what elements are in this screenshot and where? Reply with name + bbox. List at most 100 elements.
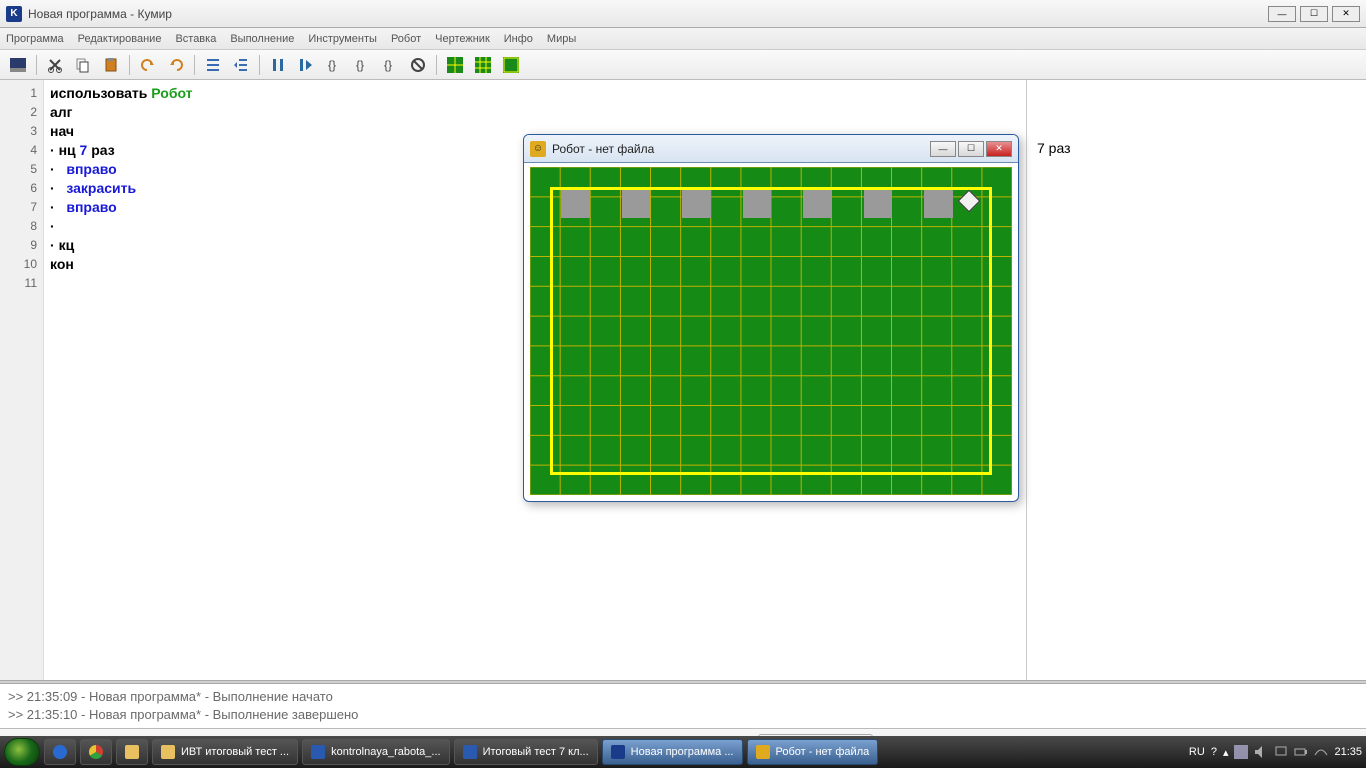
toolbar: {} {} {} [0,50,1366,80]
code-token: раз [87,142,114,158]
braces2-icon[interactable]: {} [350,53,374,77]
tray-chevron-icon[interactable]: ▴ [1223,746,1229,759]
start-button[interactable] [4,738,40,766]
robot-window-titlebar[interactable]: ☺ Робот - нет файла — ☐ ✕ [524,135,1018,163]
line-number: 7 [0,198,43,217]
robot-app-icon: ☺ [530,141,546,157]
maximize-button[interactable]: ☐ [1300,6,1328,22]
braces1-icon[interactable]: {} [322,53,346,77]
taskbar-label: kontrolnaya_rabota_... [331,746,440,758]
console-msg: Выполнение начато [213,689,333,704]
robot-icon [756,745,770,759]
help-icon[interactable]: ? [1211,746,1217,758]
code-line: алг [50,103,1020,122]
painted-cell [682,190,710,218]
console-prefix: >> 21:35:09 - Новая программа* - [8,689,213,704]
painted-cell [803,190,831,218]
line-number: 1 [0,84,43,103]
grid3-icon[interactable] [499,53,523,77]
chrome-icon [89,745,103,759]
kumir-icon [611,745,625,759]
volume-icon[interactable] [1254,745,1268,759]
clock[interactable]: 21:35 [1334,746,1362,758]
menu-tools[interactable]: Инструменты [308,33,377,45]
robot-field[interactable] [530,167,1012,495]
undo-icon[interactable] [136,53,160,77]
line-number: 6 [0,179,43,198]
side-pane: 7 раз [1026,80,1366,680]
toolbar-separator [36,55,37,75]
robot-window[interactable]: ☺ Робот - нет файла — ☐ ✕ [523,134,1019,502]
network-icon[interactable] [1234,745,1248,759]
system-tray: RU ? ▴ 21:35 [1189,745,1362,759]
window-title: Новая программа - Кумир [28,7,172,21]
taskbar-pinned[interactable] [44,739,76,765]
menu-drawer[interactable]: Чертежник [435,33,490,45]
code-token: Робот [151,85,192,101]
menu-insert[interactable]: Вставка [175,33,216,45]
paste-icon[interactable] [99,53,123,77]
taskbar-pinned[interactable] [80,739,112,765]
braces3-icon[interactable]: {} [378,53,402,77]
grid2-icon[interactable] [471,53,495,77]
robot-minimize-button[interactable]: — [930,141,956,157]
line-number: 8 [0,217,43,236]
painted-cell [622,190,650,218]
run-icon[interactable] [266,53,290,77]
redo-icon[interactable] [164,53,188,77]
line-number: 3 [0,122,43,141]
robot-close-button[interactable]: ✕ [986,141,1012,157]
grid1-icon[interactable] [443,53,467,77]
menu-program[interactable]: Программа [6,33,64,45]
output-console[interactable]: >> 21:35:09 - Новая программа* - Выполне… [0,684,1366,728]
line-number: 10 [0,255,43,274]
list-icon[interactable] [201,53,225,77]
robot-maximize-button[interactable]: ☐ [958,141,984,157]
outdent-icon[interactable] [229,53,253,77]
minimize-button[interactable]: — [1268,6,1296,22]
taskbar-label: ИВТ итоговый тест ... [181,746,289,758]
robot-window-title: Робот - нет файла [552,142,654,156]
folder-icon [161,745,175,759]
menu-worlds[interactable]: Миры [547,33,576,45]
code-token: вправо [66,199,116,215]
word-icon [311,745,325,759]
code-token: закрасить [66,180,136,196]
taskbar-item[interactable]: kontrolnaya_rabota_... [302,739,449,765]
wifi-icon[interactable] [1314,745,1328,759]
action-center-icon[interactable] [1274,745,1288,759]
line-number: 11 [0,274,43,293]
line-number: 9 [0,236,43,255]
taskbar-item[interactable]: ИВТ итоговый тест ... [152,739,298,765]
menu-info[interactable]: Инфо [504,33,533,45]
copy-icon[interactable] [71,53,95,77]
menu-edit[interactable]: Редактирование [78,33,162,45]
language-indicator[interactable]: RU [1189,746,1205,758]
step-icon[interactable] [294,53,318,77]
taskbar-item[interactable]: Робот - нет файла [747,739,879,765]
taskbar-label: Итоговый тест 7 кл... [483,746,589,758]
svg-text:{}: {} [356,58,364,72]
taskbar-pinned[interactable] [116,739,148,765]
side-text: 7 раз [1037,140,1356,156]
menu-run[interactable]: Выполнение [230,33,294,45]
robot-wall-border [550,187,992,475]
svg-text:{}: {} [384,58,392,72]
stop-icon[interactable] [406,53,430,77]
close-button[interactable]: ✕ [1332,6,1360,22]
battery-icon[interactable] [1294,745,1308,759]
painted-cell [743,190,771,218]
main-area: 1 2 3 4 5 6 7 8 9 10 11 использовать Роб… [0,80,1366,680]
console-msg: Выполнение завершено [213,707,359,722]
window-buttons: — ☐ ✕ [1268,6,1360,22]
cut-icon[interactable] [43,53,67,77]
taskbar-item[interactable]: Новая программа ... [602,739,743,765]
line-gutter: 1 2 3 4 5 6 7 8 9 10 11 [0,80,44,680]
toolbar-separator [436,55,437,75]
taskbar-item[interactable]: Итоговый тест 7 кл... [454,739,598,765]
toolbar-separator [194,55,195,75]
ie-icon [53,745,67,759]
menu-robot[interactable]: Робот [391,33,421,45]
save-icon[interactable] [6,53,30,77]
console-prefix: >> 21:35:10 - Новая программа* - [8,707,213,722]
